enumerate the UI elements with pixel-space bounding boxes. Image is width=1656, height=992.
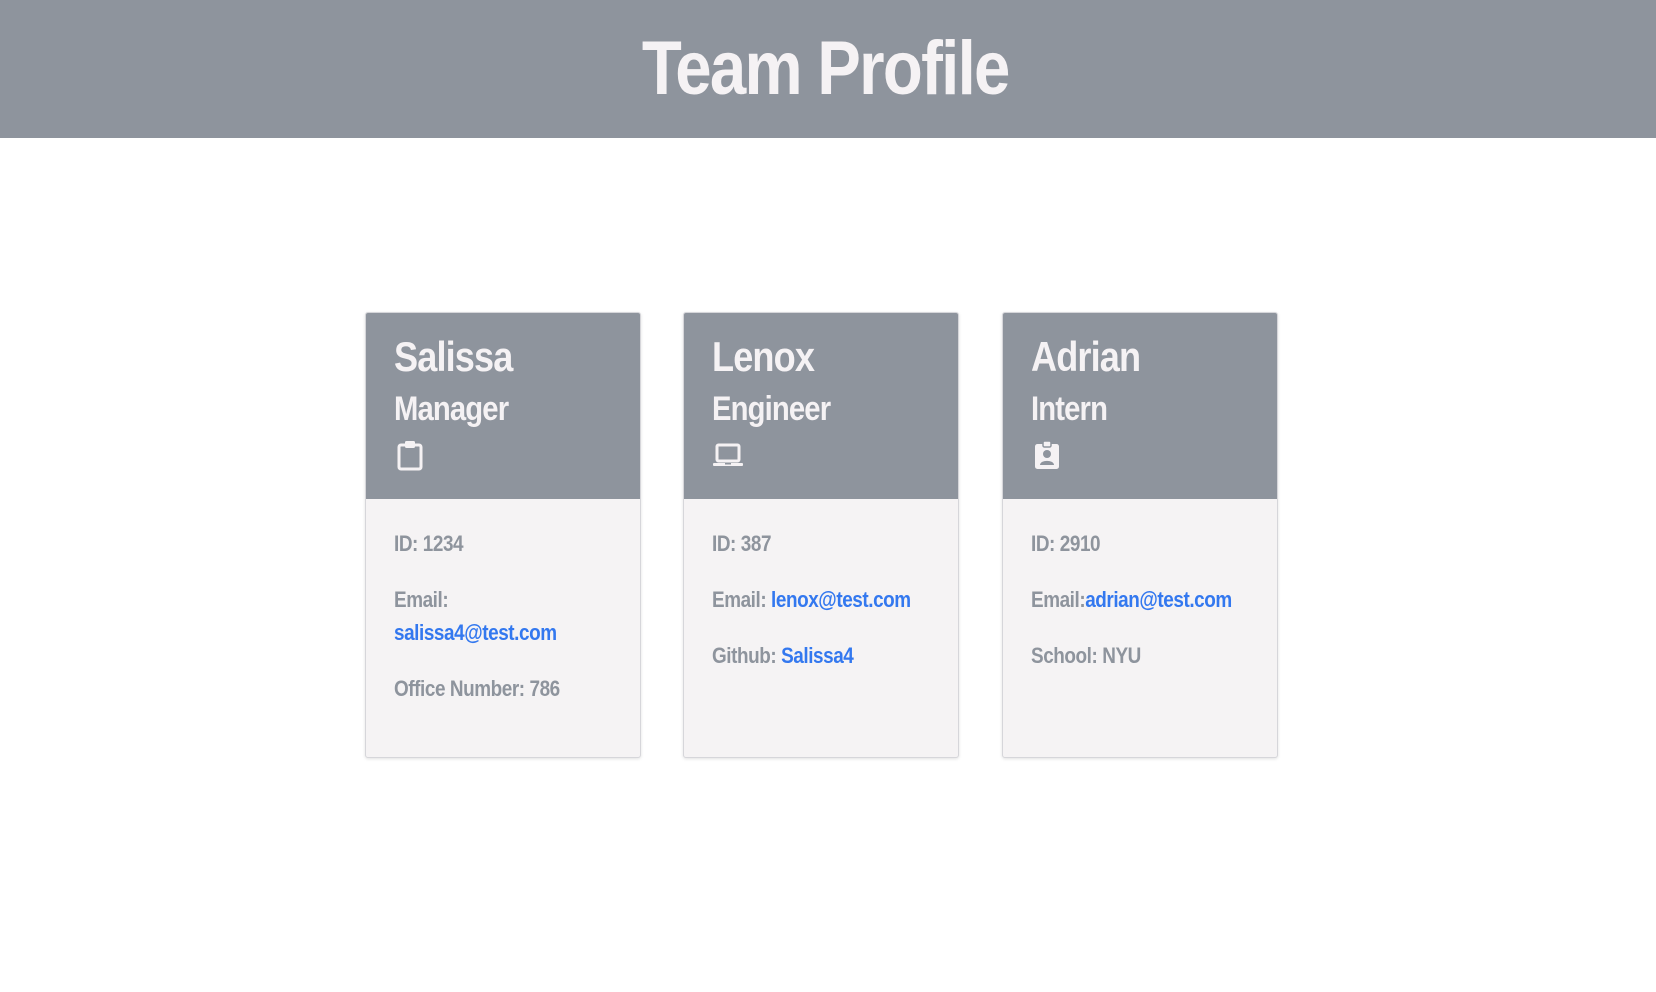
email-link[interactable]: salissa4@test.com — [394, 620, 557, 645]
email-line: Email: lenox@test.com — [712, 583, 953, 616]
page-header: Team Profile — [0, 0, 1656, 138]
id-line: ID: 1234 — [394, 527, 635, 560]
clipboard-icon — [394, 439, 426, 471]
card-body: ID: 1234 Email: salissa4@test.com Office… — [366, 499, 640, 705]
card-header: Adrian Intern — [1003, 313, 1277, 499]
github-line: Github: Salissa4 — [712, 639, 953, 672]
employee-role: Manager — [394, 390, 509, 428]
card-header: Lenox Engineer — [684, 313, 958, 499]
card-body: ID: 387 Email: lenox@test.com Github: Sa… — [684, 499, 958, 672]
id-label: ID: — [1031, 531, 1055, 556]
github-link[interactable]: Salissa4 — [781, 643, 854, 668]
school-line: School: NYU — [1031, 639, 1272, 672]
page-title: Team Profile — [641, 25, 1011, 111]
github-label: Github: — [712, 643, 777, 668]
id-line: ID: 387 — [712, 527, 953, 560]
school-value: NYU — [1102, 643, 1141, 668]
employee-card-engineer: Lenox Engineer ID: 387 Email: lenox@test… — [683, 312, 959, 758]
employee-name: Lenox — [712, 333, 815, 380]
employee-role: Engineer — [712, 390, 831, 428]
employee-card-intern: Adrian Intern ID: 2910 Email:adrian@test… — [1002, 312, 1278, 758]
id-value: 387 — [740, 531, 772, 556]
employee-role: Intern — [1031, 390, 1108, 428]
school-label: School: — [1031, 643, 1098, 668]
id-value: 2910 — [1059, 531, 1101, 556]
id-label: ID: — [712, 531, 736, 556]
card-body: ID: 2910 Email:adrian@test.com School: N… — [1003, 499, 1277, 672]
email-label: Email: — [712, 587, 767, 612]
office-number-line: Office Number: 786 — [394, 672, 635, 705]
email-label: Email: — [1031, 587, 1086, 612]
employee-name: Salissa — [394, 333, 513, 380]
employee-name: Adrian — [1031, 333, 1141, 380]
employee-card-manager: Salissa Manager ID: 1234 Email: salissa4… — [365, 312, 641, 758]
email-label: Email: — [394, 587, 449, 612]
office-number-value: 786 — [529, 676, 560, 701]
email-link[interactable]: adrian@test.com — [1085, 587, 1232, 612]
email-line: Email:adrian@test.com — [1031, 583, 1272, 616]
id-badge-icon — [1031, 439, 1063, 471]
office-number-label: Office Number: — [394, 676, 525, 701]
laptop-icon — [712, 439, 744, 471]
id-label: ID: — [394, 531, 418, 556]
email-line: Email: salissa4@test.com — [394, 583, 635, 649]
id-line: ID: 2910 — [1031, 527, 1272, 560]
id-value: 1234 — [422, 531, 464, 556]
card-header: Salissa Manager — [366, 313, 640, 499]
email-link[interactable]: lenox@test.com — [771, 587, 911, 612]
